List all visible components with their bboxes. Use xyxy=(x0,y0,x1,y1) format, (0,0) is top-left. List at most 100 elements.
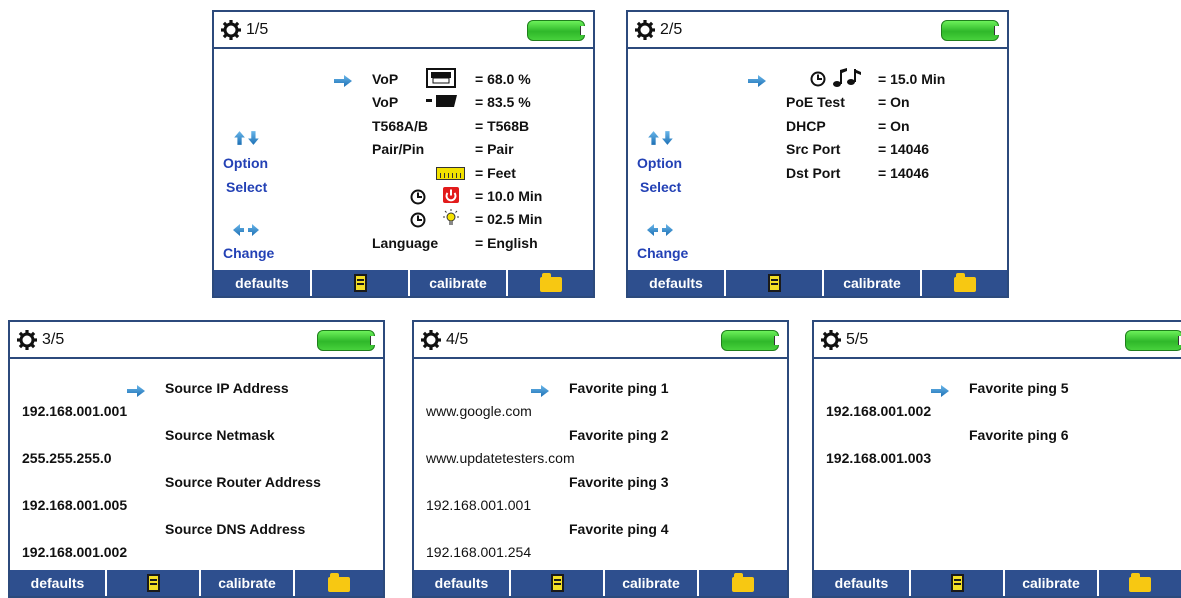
source-netmask-value[interactable]: 255.255.255.0 xyxy=(22,450,112,466)
calibrate-button[interactable]: calibrate xyxy=(1005,570,1099,596)
favorite-ping-2-value[interactable]: www.updatetesters.com xyxy=(426,450,575,466)
wiring-standard-value[interactable]: = T568B xyxy=(475,118,529,134)
selection-arrow-icon xyxy=(531,385,549,397)
document-icon xyxy=(550,574,564,592)
left-right-arrows-icon[interactable] xyxy=(233,222,259,238)
calibrate-button[interactable]: calibrate xyxy=(410,270,508,296)
source-dns-value[interactable]: 192.168.001.002 xyxy=(22,544,127,560)
folder-softkey[interactable] xyxy=(699,570,787,596)
favorite-ping-3-value[interactable]: 192.168.001.001 xyxy=(426,497,531,513)
folder-softkey[interactable] xyxy=(1099,570,1181,596)
dst-port-value[interactable]: = 14046 xyxy=(878,165,929,181)
softkey-bar: defaults calibrate xyxy=(214,270,593,296)
vop-jack-value[interactable]: = 68.0 % xyxy=(475,71,531,87)
tone-timeout-value[interactable]: = 15.0 Min xyxy=(878,71,945,87)
pair-pin-value[interactable]: = Pair xyxy=(475,141,514,157)
folder-softkey[interactable] xyxy=(295,570,383,596)
language-value[interactable]: = English xyxy=(475,235,538,251)
auto-off-value[interactable]: = 10.0 Min xyxy=(475,188,542,204)
folder-icon xyxy=(953,272,976,292)
option-label: Option xyxy=(637,155,683,171)
gear-icon xyxy=(16,329,38,351)
favorite-ping-6-title: Favorite ping 6 xyxy=(969,427,1069,443)
defaults-button[interactable]: defaults xyxy=(628,270,726,296)
battery-icon xyxy=(941,20,999,41)
folder-icon xyxy=(732,572,754,592)
source-netmask-title: Source Netmask xyxy=(165,427,275,443)
defaults-button[interactable]: defaults xyxy=(10,570,107,596)
source-dns-title: Source DNS Address xyxy=(165,521,306,537)
settings-screen-3: 3/5 Source IP Address 192.168.001.001 So… xyxy=(8,320,385,598)
favorite-ping-1-value[interactable]: www.google.com xyxy=(426,403,532,419)
select-label: Select xyxy=(226,179,268,195)
report-softkey[interactable] xyxy=(726,270,824,296)
settings-screen-4: 4/5 Favorite ping 1 www.google.com Favor… xyxy=(412,320,789,598)
favorite-ping-4-value[interactable]: 192.168.001.254 xyxy=(426,544,531,560)
screen-header: 4/5 xyxy=(414,322,787,359)
folder-softkey[interactable] xyxy=(508,270,593,296)
calibrate-button[interactable]: calibrate xyxy=(824,270,922,296)
cable-plug-icon xyxy=(426,95,457,107)
defaults-button[interactable]: defaults xyxy=(414,570,511,596)
change-label: Change xyxy=(637,245,689,261)
favorite-ping-6-value[interactable]: 192.168.001.003 xyxy=(826,450,931,466)
screen-header: 5/5 xyxy=(814,322,1181,359)
calibrate-button[interactable]: calibrate xyxy=(201,570,295,596)
favorite-ping-5-value[interactable]: 192.168.001.002 xyxy=(826,403,931,419)
document-icon xyxy=(767,274,781,292)
page-number: 5/5 xyxy=(846,331,869,348)
calibrate-button[interactable]: calibrate xyxy=(605,570,699,596)
left-right-arrows-icon[interactable] xyxy=(647,222,673,238)
ruler-icon xyxy=(436,167,465,180)
report-softkey[interactable] xyxy=(911,570,1005,596)
gear-icon xyxy=(420,329,442,351)
settings-screen-1: 1/5 Option Select Change VoP = 68.0 % Vo… xyxy=(212,10,595,298)
vop-label: VoP xyxy=(372,71,399,87)
src-port-value[interactable]: = 14046 xyxy=(878,141,929,157)
page-number: 4/5 xyxy=(446,331,469,348)
source-ip-value[interactable]: 192.168.001.001 xyxy=(22,403,127,419)
source-ip-title: Source IP Address xyxy=(165,380,289,396)
screen-header: 3/5 xyxy=(10,322,383,359)
battery-icon xyxy=(721,330,779,351)
report-softkey[interactable] xyxy=(511,570,605,596)
screen-header: 1/5 xyxy=(214,12,593,49)
battery-icon xyxy=(1125,330,1181,351)
poe-test-value[interactable]: = On xyxy=(878,94,910,110)
wiring-standard-label: T568A/B xyxy=(372,118,429,134)
gear-icon xyxy=(634,19,656,41)
gear-icon xyxy=(220,19,242,41)
backlight-bulb-icon xyxy=(443,209,459,225)
folder-icon xyxy=(1129,572,1151,592)
report-softkey[interactable] xyxy=(107,570,201,596)
source-router-value[interactable]: 192.168.001.005 xyxy=(22,497,127,513)
report-softkey[interactable] xyxy=(312,270,410,296)
power-icon xyxy=(443,187,459,203)
up-down-arrows-icon[interactable] xyxy=(648,130,674,146)
change-label: Change xyxy=(223,245,275,261)
music-notes-icon xyxy=(833,68,861,87)
favorite-ping-5-title: Favorite ping 5 xyxy=(969,380,1069,396)
page-number: 2/5 xyxy=(660,21,683,38)
backlight-timeout-value[interactable]: = 02.5 Min xyxy=(475,211,542,227)
defaults-button[interactable]: defaults xyxy=(214,270,312,296)
dhcp-value[interactable]: = On xyxy=(878,118,910,134)
clock-icon xyxy=(410,212,426,228)
pair-pin-label: Pair/Pin xyxy=(372,141,425,157)
folder-icon xyxy=(328,572,350,592)
length-unit-value[interactable]: = Feet xyxy=(475,165,516,181)
poe-test-label: PoE Test xyxy=(786,94,845,110)
softkey-bar: defaults calibrate xyxy=(814,570,1181,596)
document-icon xyxy=(146,574,160,592)
softkey-bar: defaults calibrate xyxy=(628,270,1007,296)
document-icon xyxy=(950,574,964,592)
battery-icon xyxy=(527,20,585,41)
selection-arrow-icon xyxy=(127,385,145,397)
vop-label: VoP xyxy=(372,94,399,110)
up-down-arrows-icon[interactable] xyxy=(234,130,260,146)
vop-plug-value[interactable]: = 83.5 % xyxy=(475,94,531,110)
favorite-ping-1-title: Favorite ping 1 xyxy=(569,380,669,396)
folder-softkey[interactable] xyxy=(922,270,1007,296)
gear-icon xyxy=(820,329,842,351)
defaults-button[interactable]: defaults xyxy=(814,570,911,596)
